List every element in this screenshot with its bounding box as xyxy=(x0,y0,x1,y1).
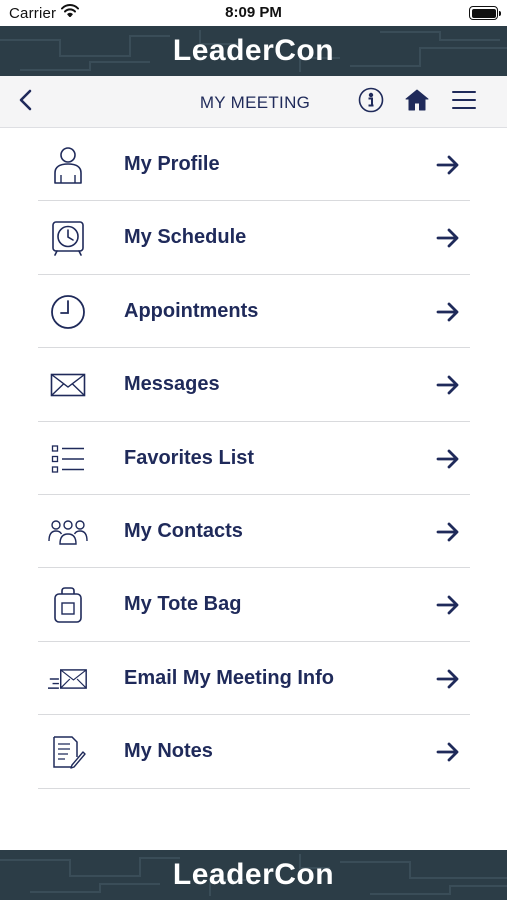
alarm-clock-icon xyxy=(48,218,88,258)
menu-item-label: Email My Meeting Info xyxy=(124,666,335,689)
menu-item-my-notes[interactable]: My Notes xyxy=(38,715,470,789)
status-bar: Carrier 8:09 PM xyxy=(0,0,507,26)
page-title: MY MEETING xyxy=(199,93,311,112)
brand-logo-text: LeaderCon xyxy=(172,858,335,891)
notes-icon xyxy=(48,732,88,772)
menu-item-label: Messages xyxy=(124,373,220,396)
menu-item-favorites-list[interactable]: Favorites List xyxy=(38,422,470,495)
checklist-icon xyxy=(48,439,88,479)
menu-item-my-profile[interactable]: My Profile xyxy=(38,128,470,202)
bag-icon xyxy=(48,585,88,625)
hamburger-menu-icon xyxy=(452,90,476,115)
arrow-right-icon xyxy=(436,154,460,176)
menu-item-messages[interactable]: Messages xyxy=(38,348,470,422)
arrow-right-icon xyxy=(436,227,460,249)
menu-button[interactable] xyxy=(449,87,479,117)
menu-item-my-contacts[interactable]: My Contacts xyxy=(38,495,470,569)
menu-item-label: My Schedule xyxy=(124,226,247,249)
home-button[interactable] xyxy=(402,87,432,117)
arrow-right-icon xyxy=(436,668,460,690)
group-icon xyxy=(48,512,88,552)
chevron-left-icon xyxy=(18,89,32,116)
info-icon xyxy=(358,87,384,118)
home-icon xyxy=(404,88,430,117)
menu-item-my-tote-bag[interactable]: My Tote Bag xyxy=(38,568,470,642)
menu-item-label: Appointments xyxy=(124,299,259,322)
battery-icon xyxy=(469,6,501,20)
navigation-bar: MY MEETING xyxy=(0,76,507,128)
menu-item-label: Favorites List xyxy=(124,446,255,469)
envelope-icon xyxy=(48,365,88,405)
brand-header: LeaderCon xyxy=(0,26,507,76)
menu-item-email-my-meeting-info[interactable]: Email My Meeting Info xyxy=(38,642,470,716)
menu-item-label: My Tote Bag xyxy=(124,593,242,616)
arrow-right-icon xyxy=(436,521,460,543)
my-meeting-menu: My Profile My Schedule Appointments Mess… xyxy=(38,128,470,789)
menu-item-appointments[interactable]: Appointments xyxy=(38,275,470,349)
back-button[interactable] xyxy=(10,87,40,117)
info-button[interactable] xyxy=(356,87,386,117)
arrow-right-icon xyxy=(436,301,460,323)
clock-time: 8:09 PM xyxy=(225,4,282,21)
arrow-right-icon xyxy=(436,374,460,396)
arrow-right-icon xyxy=(436,594,460,616)
arrow-right-icon xyxy=(436,741,460,763)
person-icon xyxy=(48,145,88,185)
battery-level xyxy=(471,8,496,18)
brand-logo-text: LeaderCon xyxy=(172,34,335,67)
clock-icon xyxy=(48,292,88,332)
send-mail-icon xyxy=(48,659,88,699)
brand-footer: LeaderCon xyxy=(0,850,507,900)
menu-item-label: My Contacts xyxy=(124,519,243,542)
menu-item-label: My Notes xyxy=(124,740,213,763)
arrow-right-icon xyxy=(436,448,460,470)
menu-item-my-schedule[interactable]: My Schedule xyxy=(38,201,470,275)
menu-item-label: My Profile xyxy=(124,153,220,175)
